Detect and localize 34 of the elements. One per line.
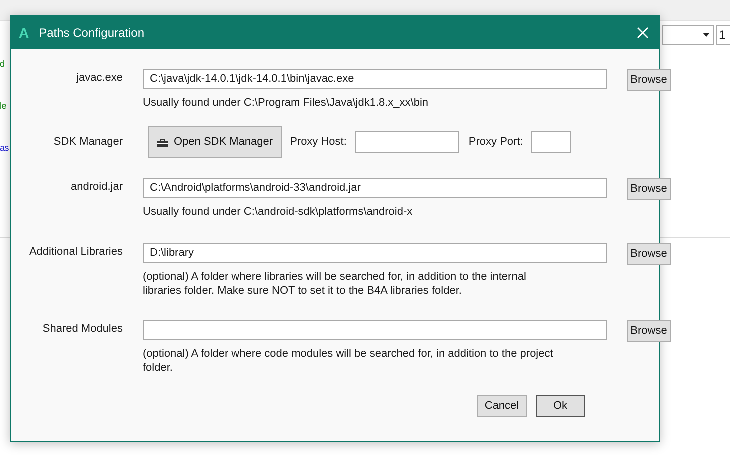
browse-button[interactable]: Browse bbox=[627, 178, 671, 200]
number-field[interactable]: 1 bbox=[716, 25, 730, 45]
field-label: javac.exe bbox=[75, 71, 123, 86]
app-logo: A bbox=[19, 24, 30, 40]
toolbox-icon bbox=[157, 138, 168, 146]
proxy-port-field[interactable] bbox=[531, 131, 572, 153]
cancel-button[interactable]: Cancel bbox=[477, 395, 527, 417]
proxy-port-label: Proxy Port: bbox=[468, 136, 524, 148]
path-field[interactable] bbox=[143, 320, 607, 340]
window-title: Paths Configuration bbox=[39, 26, 146, 40]
field-label: Additional Libraries bbox=[28, 245, 123, 260]
hint-text: (optional) A folder where libraries will be searched for, in addition to the internal libraries folder. Make sure NOT to set it to the B4A libraries folder. bbox=[143, 270, 528, 298]
open-sdk-manager-button[interactable]: Open SDK Manager bbox=[148, 126, 282, 158]
code-text: le bbox=[0, 100, 8, 112]
field-label: Shared Modules bbox=[42, 322, 123, 337]
proxy-host-label: Proxy Host: bbox=[290, 136, 347, 148]
path-field[interactable]: C:\java\jdk-14.0.1\jdk-14.0.1\bin\javac.exe bbox=[143, 69, 607, 89]
hint-text: Usually found under C:\Program Files\Java\jdk1.8.x_xx\bin bbox=[143, 96, 430, 110]
path-field[interactable]: D:\library bbox=[143, 243, 607, 263]
code-text: d bbox=[0, 58, 6, 70]
proxy-host-field[interactable] bbox=[354, 131, 459, 153]
field-label: SDK Manager bbox=[52, 135, 123, 150]
field-label: android.jar bbox=[70, 180, 123, 195]
browse-button[interactable]: Browse bbox=[627, 69, 671, 91]
hint-text: Usually found under C:\android-sdk\platforms\android-x bbox=[143, 205, 414, 219]
code-text: as bbox=[0, 142, 9, 154]
dropdown[interactable] bbox=[662, 25, 714, 45]
browse-button[interactable]: Browse bbox=[627, 243, 671, 265]
caret-icon bbox=[703, 33, 710, 37]
path-field[interactable]: C:\Android\platforms\android-33\android.jar bbox=[143, 178, 607, 198]
browse-button[interactable]: Browse bbox=[627, 320, 671, 342]
hint-text: (optional) A folder where code modules will be searched for, in addition to the project folder. bbox=[143, 347, 554, 375]
ok-button[interactable]: Ok bbox=[536, 395, 585, 417]
close-icon[interactable] bbox=[637, 26, 649, 38]
